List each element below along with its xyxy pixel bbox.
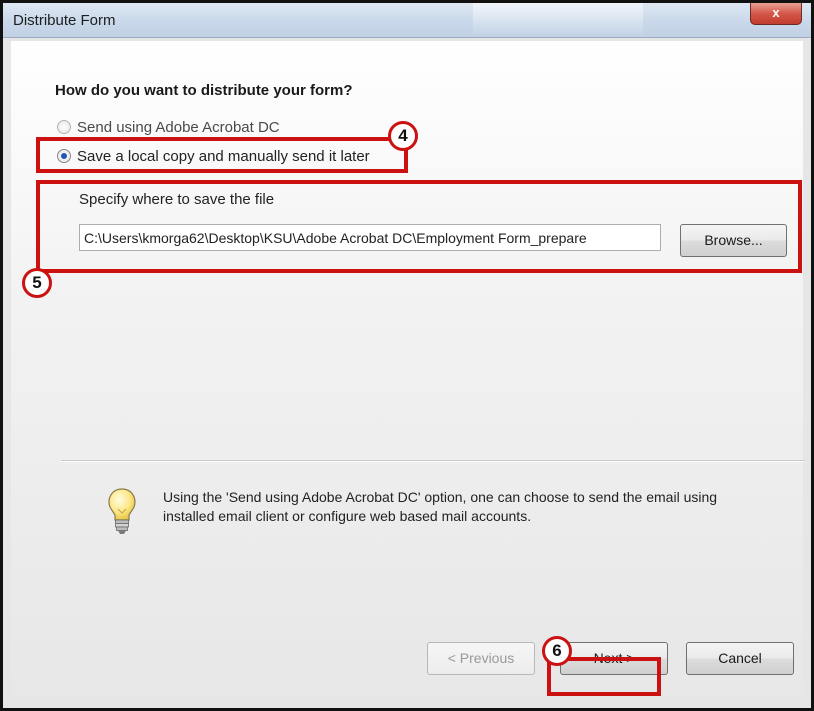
step-6-badge: 6 (542, 636, 572, 666)
cancel-button[interactable]: Cancel (686, 642, 794, 675)
window-title: Distribute Form (13, 12, 116, 29)
browse-button[interactable]: Browse... (680, 224, 787, 257)
radio-save-local[interactable] (57, 149, 71, 163)
close-button[interactable]: x (750, 3, 802, 25)
tip-text: Using the 'Send using Adobe Acrobat DC' … (163, 489, 718, 524)
save-path-input[interactable] (79, 224, 661, 251)
lightbulb-icon (108, 488, 136, 534)
close-icon: x (772, 5, 780, 20)
radio-send-acrobat[interactable] (57, 120, 71, 134)
distribute-form-dialog: Distribute Form x How do you want to dis… (0, 0, 814, 711)
save-location-label: Specify where to save the file (79, 191, 275, 208)
option-send-acrobat-label: Send using Adobe Acrobat DC (77, 119, 280, 136)
distribution-question: How do you want to distribute your form? (55, 82, 353, 99)
step-5-badge: 5 (22, 268, 52, 298)
option-save-local[interactable]: Save a local copy and manually send it l… (57, 147, 370, 167)
option-save-local-label: Save a local copy and manually send it l… (77, 148, 370, 165)
step-4-badge: 4 (388, 121, 418, 151)
title-bar: Distribute Form x (3, 3, 811, 38)
separator (61, 460, 805, 462)
next-button[interactable]: Next > (560, 642, 668, 675)
option-send-acrobat[interactable]: Send using Adobe Acrobat DC (57, 118, 280, 138)
titlebar-glass (473, 3, 643, 37)
previous-button[interactable]: < Previous (427, 642, 535, 675)
